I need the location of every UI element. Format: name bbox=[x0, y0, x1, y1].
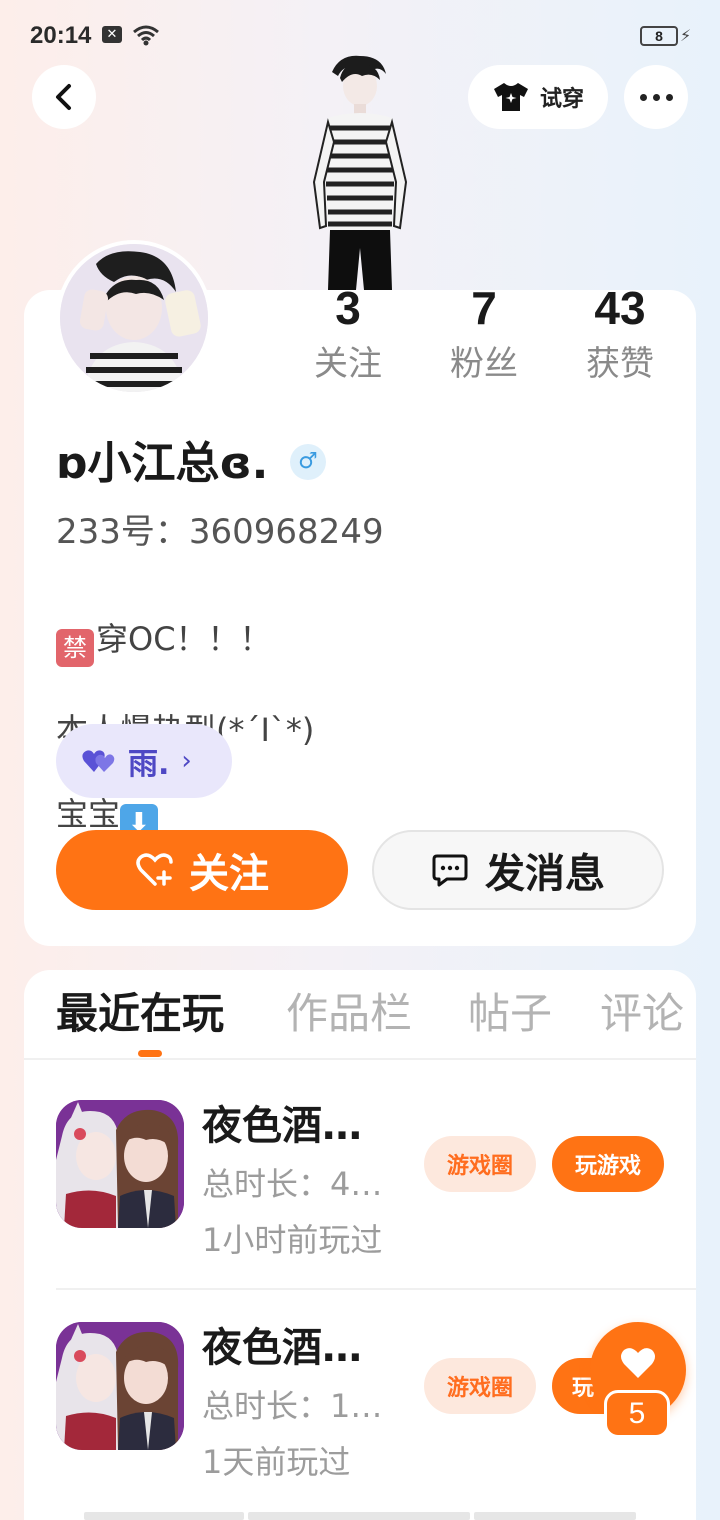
stat-following[interactable]: 3 关注 bbox=[288, 280, 408, 384]
game-last-played: 1小时前玩过 bbox=[202, 1221, 383, 1259]
bottom-peek-bar bbox=[474, 1512, 636, 1520]
stat-likes[interactable]: 43 获赞 bbox=[560, 280, 680, 384]
wifi-icon bbox=[133, 25, 159, 46]
followers-label: 粉丝 bbox=[450, 344, 518, 384]
game-list-item[interactable]: 夜色酒… 总时长：4… 1小时前玩过 游戏圈 玩游戏 bbox=[56, 1100, 696, 1300]
tab-comments[interactable]: 评论 bbox=[600, 984, 684, 1044]
list-divider bbox=[56, 1288, 696, 1290]
like-count-badge: 5 bbox=[604, 1390, 670, 1438]
cp-relationship-chip[interactable]: 雨. › bbox=[56, 724, 232, 798]
tab-works[interactable]: 作品栏 bbox=[286, 984, 412, 1044]
chevron-right-icon: › bbox=[181, 746, 192, 776]
follow-button[interactable]: 关注 bbox=[56, 830, 348, 910]
game-icon[interactable] bbox=[56, 1322, 184, 1450]
charging-icon: ⚡ bbox=[680, 26, 692, 45]
avatar[interactable] bbox=[56, 240, 212, 396]
game-icon[interactable] bbox=[56, 1100, 184, 1228]
game-last-played: 1天前玩过 bbox=[202, 1443, 351, 1481]
game-duration: 总时长：1… bbox=[202, 1387, 383, 1425]
tab-divider bbox=[24, 1058, 696, 1060]
follow-label: 关注 bbox=[189, 851, 269, 897]
likes-count: 43 bbox=[594, 282, 646, 334]
heart-icon bbox=[621, 1348, 655, 1378]
game-circle-button[interactable]: 游戏圈 bbox=[424, 1358, 536, 1414]
male-gender-icon: ♂ bbox=[290, 444, 326, 480]
bottom-peek-bar bbox=[84, 1512, 244, 1520]
more-options-button[interactable] bbox=[624, 65, 688, 129]
back-button[interactable] bbox=[32, 65, 96, 129]
tshirt-icon bbox=[493, 83, 528, 111]
ban-emoji-icon: 禁 bbox=[56, 629, 94, 667]
bio-line-1: 禁穿OC！！！ bbox=[56, 618, 314, 667]
following-label: 关注 bbox=[314, 344, 382, 384]
character-outfit-figure[interactable] bbox=[300, 52, 420, 292]
chat-bubble-icon bbox=[432, 854, 468, 887]
notification-x-icon: ✕ bbox=[102, 26, 122, 43]
following-count: 3 bbox=[335, 282, 361, 334]
play-game-button[interactable]: 玩游戏 bbox=[552, 1136, 664, 1192]
tab-recently-played[interactable]: 最近在玩 bbox=[56, 984, 224, 1044]
tab-posts[interactable]: 帖子 bbox=[468, 984, 552, 1044]
followers-count: 7 bbox=[471, 282, 497, 334]
stat-followers[interactable]: 7 粉丝 bbox=[424, 280, 544, 384]
status-time: 20:14 bbox=[30, 22, 92, 49]
send-message-button[interactable]: 发消息 bbox=[372, 830, 664, 910]
chevron-left-icon bbox=[56, 84, 71, 110]
try-on-button[interactable]: 试穿 bbox=[468, 65, 608, 129]
game-title: 夜色酒… bbox=[202, 1325, 362, 1371]
account-id[interactable]: 233号：360968249 bbox=[56, 510, 384, 554]
game-cover-image bbox=[56, 1100, 184, 1228]
avatar-image bbox=[60, 244, 208, 392]
try-on-label: 试穿 bbox=[539, 87, 584, 112]
double-heart-icon bbox=[82, 750, 115, 772]
game-cover-image bbox=[56, 1322, 184, 1450]
likes-label: 获赞 bbox=[586, 344, 654, 384]
cp-name: 雨. bbox=[128, 747, 170, 782]
heart-plus-icon bbox=[136, 853, 173, 886]
game-title: 夜色酒… bbox=[202, 1103, 362, 1149]
battery-icon: 8 bbox=[640, 26, 678, 46]
bottom-peek-bar bbox=[248, 1512, 470, 1520]
active-tab-indicator bbox=[138, 1050, 162, 1057]
game-circle-button[interactable]: 游戏圈 bbox=[424, 1136, 536, 1192]
nickname: ɒ小江总ɞ. bbox=[56, 438, 269, 489]
more-dots-icon bbox=[639, 93, 647, 101]
message-label: 发消息 bbox=[485, 851, 605, 897]
game-duration: 总时长：4… bbox=[202, 1165, 383, 1203]
